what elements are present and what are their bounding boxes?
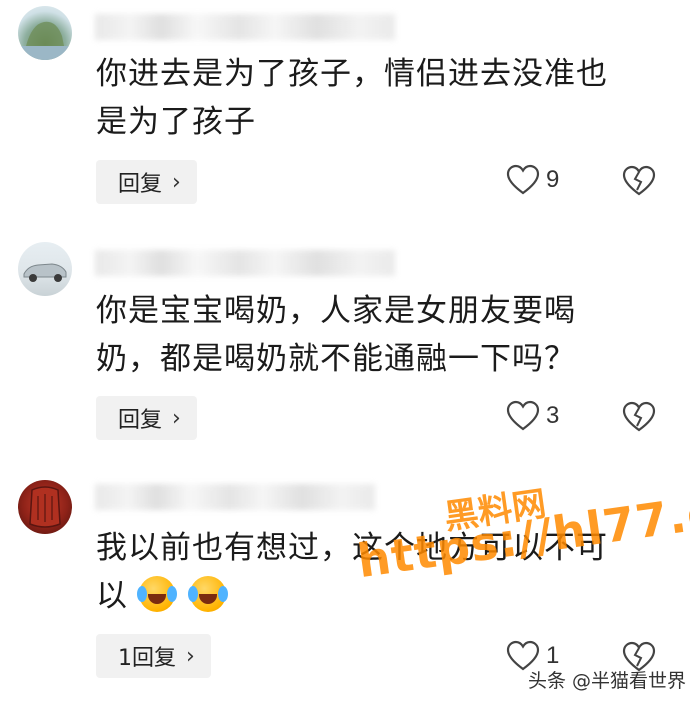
avatar[interactable]: [18, 242, 72, 296]
reply-button[interactable]: 1回复 ›: [96, 634, 211, 678]
chevron-right-icon: ›: [172, 405, 181, 431]
reply-button[interactable]: 回复 ›: [96, 160, 197, 204]
avatar[interactable]: [18, 6, 72, 60]
dislike-button[interactable]: [622, 165, 656, 201]
comment-text-line: 奶，都是喝奶就不能通融一下吗？: [96, 341, 576, 377]
avatar-car-icon: [23, 263, 67, 282]
like-count: 9: [546, 166, 560, 193]
dislike-button[interactable]: [622, 401, 656, 437]
comment-text: 你进去是为了孩子，情侣进去没准也 是为了孩子: [96, 50, 656, 146]
comment-text-line: 是为了孩子: [96, 104, 256, 140]
username-blurred: [95, 484, 375, 510]
reply-label: 回复: [118, 408, 163, 433]
username-blurred: [95, 14, 395, 40]
comment-text-line: 你是宝宝喝奶，人家是女朋友要喝: [96, 293, 576, 329]
reply-button[interactable]: 回复 ›: [96, 396, 197, 440]
crying-laughing-emoji: [136, 576, 175, 612]
avatar-rock-icon: [18, 21, 72, 60]
comment-text-fragment: 以: [96, 578, 128, 614]
comment-text-line: 你进去是为了孩子，情侣进去没准也: [96, 56, 608, 92]
avatar-seat-icon: [29, 486, 61, 528]
like-button[interactable]: 9: [506, 164, 559, 196]
broken-heart-icon: [622, 401, 656, 432]
chevron-right-icon: ›: [186, 643, 195, 669]
source-credit: 头条 @半猫看世界: [528, 670, 687, 692]
chevron-right-icon: ›: [172, 169, 181, 195]
reply-label: 1回复: [118, 646, 176, 671]
reply-label: 回复: [118, 172, 163, 197]
username-blurred: [95, 250, 395, 276]
comment-text: 你是宝宝喝奶，人家是女朋友要喝 奶，都是喝奶就不能通融一下吗？: [96, 287, 656, 383]
avatar[interactable]: [18, 480, 72, 534]
broken-heart-icon: [622, 165, 656, 196]
crying-laughing-emoji: [187, 576, 226, 612]
like-button[interactable]: 3: [506, 400, 559, 432]
heart-outline-icon: [506, 400, 540, 431]
heart-outline-icon: [506, 164, 540, 195]
like-count: 3: [546, 402, 560, 429]
